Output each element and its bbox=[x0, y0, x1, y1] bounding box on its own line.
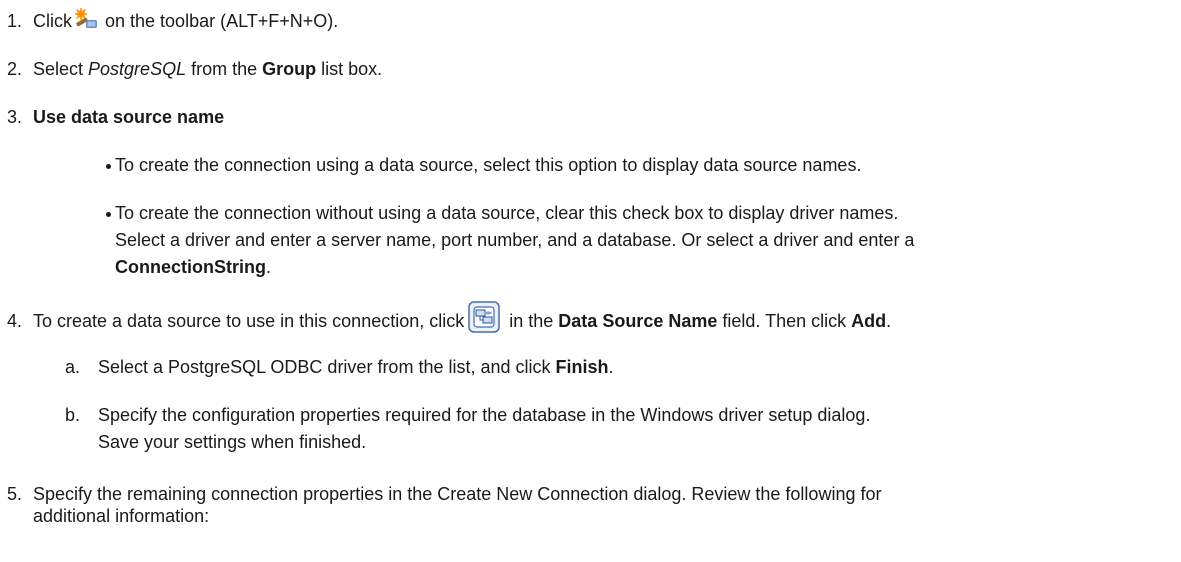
step-text: on the toolbar (ALT+F+N+O). bbox=[100, 11, 339, 31]
new-connection-icon[interactable] bbox=[74, 8, 98, 30]
dsn-field-name: Data Source Name bbox=[558, 310, 718, 331]
bullet-item: To create the connection using a data so… bbox=[106, 152, 1175, 179]
step-number: 4. bbox=[7, 310, 23, 331]
step-number: 2. bbox=[7, 59, 23, 79]
step-text: in the bbox=[504, 310, 559, 331]
bullet-text: Select a driver and enter a server name,… bbox=[115, 230, 915, 250]
step-text: Click bbox=[33, 11, 72, 31]
step-text: Select bbox=[33, 59, 89, 79]
step-text: . bbox=[886, 310, 892, 331]
step-text: from the bbox=[186, 59, 263, 79]
option-name: Use data source name bbox=[33, 107, 225, 127]
bullet-text: To create the connection without using a… bbox=[115, 203, 899, 223]
substep-text: Save your settings when finished. bbox=[98, 432, 367, 452]
substep-label: a. bbox=[65, 357, 81, 377]
step-text: To create a data source to use in this c… bbox=[33, 310, 465, 331]
step-4: 4. To create a data source to use in this… bbox=[7, 301, 892, 338]
substep-text: Specify the configuration properties req… bbox=[98, 405, 871, 425]
substep-label: b. bbox=[65, 405, 81, 425]
substep-text: . bbox=[608, 357, 614, 377]
connection-string-term: ConnectionString bbox=[115, 257, 266, 277]
step-1: 1. Click on the toolbar (ALT+F+N+O). bbox=[7, 8, 338, 35]
add-button-name: Add bbox=[851, 310, 887, 331]
step-text: list box. bbox=[316, 59, 383, 79]
step-text: additional information: bbox=[33, 506, 210, 526]
step-number: 3. bbox=[7, 107, 23, 127]
step-text: field. Then click bbox=[717, 310, 852, 331]
step-number: 5. bbox=[7, 484, 23, 504]
finish-button-name: Finish bbox=[555, 357, 609, 377]
bullet-text: . bbox=[266, 257, 272, 277]
step-3: 3. Use data source name bbox=[7, 104, 224, 131]
bullet-item: To create the connection without using a… bbox=[106, 200, 1175, 281]
substep-text: Select a PostgreSQL ODBC driver from the… bbox=[98, 357, 556, 377]
step-5-continued: additional information: bbox=[33, 503, 209, 530]
data-source-browse-icon[interactable] bbox=[468, 301, 500, 333]
group-value: PostgreSQL bbox=[88, 59, 187, 79]
bullet-text: To create the connection using a data so… bbox=[115, 155, 862, 175]
group-field-name: Group bbox=[262, 59, 317, 79]
step-text: Specify the remaining connection propert… bbox=[33, 484, 882, 504]
step-2: 2. Select PostgreSQL from the Group list … bbox=[7, 56, 382, 83]
step-number: 1. bbox=[7, 11, 23, 31]
